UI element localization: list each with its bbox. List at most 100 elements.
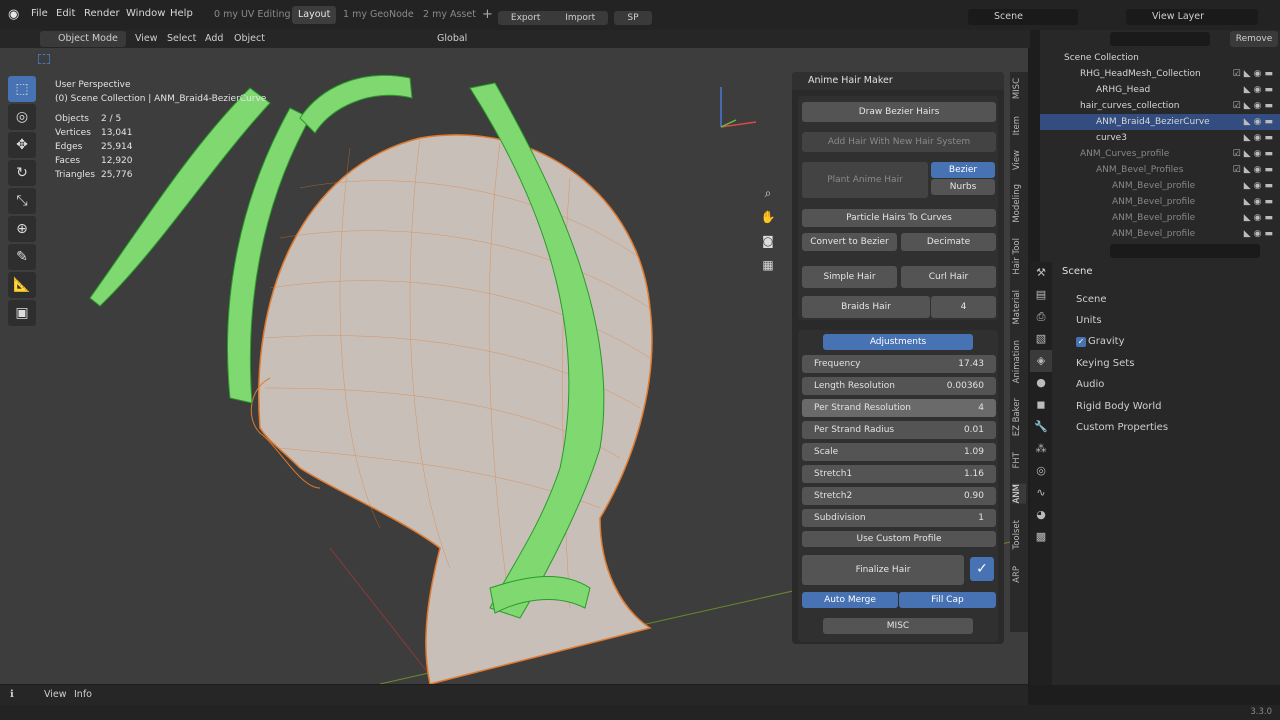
- auto-merge-toggle[interactable]: Auto Merge: [802, 592, 898, 608]
- scene-icon[interactable]: ◈: [1030, 350, 1052, 372]
- tab-hair-tool[interactable]: Hair Tool: [1012, 238, 1026, 275]
- per-strand-resolution-field[interactable]: Per Strand Resolution 4: [802, 399, 996, 417]
- adjustments-tab[interactable]: Adjustments: [823, 334, 973, 350]
- data-icon[interactable]: ∿: [1030, 482, 1052, 504]
- tab-geonode[interactable]: 1 my GeoNode: [337, 6, 420, 24]
- remove-button[interactable]: Remove: [1230, 31, 1278, 47]
- tab-asset[interactable]: 2 my Asset: [417, 6, 482, 24]
- tab-item[interactable]: Item: [1012, 116, 1026, 135]
- panel-gravity[interactable]: Gravity: [1062, 332, 1277, 352]
- tab-uv-editing[interactable]: 0 my UV Editing: [208, 6, 297, 24]
- zoom-icon[interactable]: ⌕: [758, 186, 778, 206]
- select-box-icon[interactable]: [38, 54, 50, 64]
- panel-rigid-body-world[interactable]: Rigid Body World: [1062, 397, 1277, 417]
- tab-layout[interactable]: Layout: [292, 6, 337, 24]
- per-strand-radius-field[interactable]: Per Strand Radius 0.01: [802, 421, 996, 439]
- tab-modeling[interactable]: Modeling: [1012, 184, 1026, 223]
- tab-view[interactable]: View: [1012, 150, 1026, 170]
- view-layer-icon[interactable]: ▧: [1030, 328, 1052, 350]
- axis-gizmo[interactable]: [716, 82, 766, 132]
- view-layer-selector[interactable]: View Layer: [1126, 9, 1258, 25]
- scale-field[interactable]: Scale 1.09: [802, 443, 996, 461]
- object-menu[interactable]: Object: [234, 33, 265, 44]
- panel-audio[interactable]: Audio: [1062, 375, 1277, 395]
- view-menu-bottom[interactable]: View: [44, 689, 67, 700]
- info-editor-icon[interactable]: ℹ: [10, 689, 14, 700]
- outliner-row[interactable]: ANM_Bevel_profile ◣◉▬: [1040, 210, 1280, 226]
- length-resolution-field[interactable]: Length Resolution 0.00360: [802, 377, 996, 395]
- move-tool-icon[interactable]: ✥: [8, 132, 36, 158]
- panel-units[interactable]: Units: [1062, 311, 1277, 331]
- outliner-search-input[interactable]: [1110, 32, 1210, 46]
- particle-to-curves-button[interactable]: Particle Hairs To Curves: [802, 209, 996, 227]
- outliner-row[interactable]: curve3 ◣◉▬: [1040, 130, 1280, 146]
- outliner-row[interactable]: RHG_HeadMesh_Collection ☑◣◉▬: [1040, 66, 1280, 82]
- stretch1-field[interactable]: Stretch1 1.16: [802, 465, 996, 483]
- tab-animation[interactable]: Animation: [1012, 340, 1026, 383]
- outliner-row[interactable]: ANM_Bevel_Profiles ☑◣◉▬: [1040, 162, 1280, 178]
- bezier-toggle[interactable]: Bezier: [931, 162, 995, 178]
- measure-tool-icon[interactable]: 📐: [8, 272, 36, 298]
- cursor-tool-icon[interactable]: ◎: [8, 104, 36, 130]
- scene-selector[interactable]: Scene: [968, 9, 1078, 25]
- camera-icon[interactable]: ◙: [758, 234, 778, 254]
- physics-icon[interactable]: ◎: [1030, 460, 1052, 482]
- outliner-row[interactable]: Scene Collection: [1040, 50, 1280, 66]
- outliner-row[interactable]: ANM_Bevel_profile ◣◉▬: [1040, 194, 1280, 210]
- tab-ez-baker[interactable]: EZ Baker: [1012, 398, 1026, 436]
- transform-tool-icon[interactable]: ⊕: [8, 216, 36, 242]
- add-cube-tool-icon[interactable]: ▣: [8, 300, 36, 326]
- outliner-row[interactable]: ANM_Curves_profile ☑◣◉▬: [1040, 146, 1280, 162]
- menu-file[interactable]: File: [31, 8, 48, 19]
- transform-orientation[interactable]: Global: [437, 33, 467, 44]
- particles-icon[interactable]: ⁂: [1030, 438, 1052, 460]
- rotate-tool-icon[interactable]: ↻: [8, 160, 36, 186]
- menu-help[interactable]: Help: [170, 8, 193, 19]
- curl-hair-button[interactable]: Curl Hair: [901, 266, 996, 288]
- add-workspace-button[interactable]: +: [482, 7, 493, 22]
- add-menu[interactable]: Add: [205, 33, 223, 44]
- outliner-row[interactable]: ARHG_Head ◣◉▬: [1040, 82, 1280, 98]
- export-button[interactable]: Export: [511, 13, 540, 23]
- sp-button[interactable]: SP: [614, 11, 652, 25]
- world-icon[interactable]: ●: [1030, 372, 1052, 394]
- tab-material[interactable]: Material: [1012, 290, 1026, 325]
- finalize-checkbox-icon[interactable]: ✓: [970, 557, 994, 581]
- menu-render[interactable]: Render: [84, 8, 120, 19]
- object-icon[interactable]: ◼: [1030, 394, 1052, 416]
- pan-hand-icon[interactable]: ✋: [758, 210, 778, 230]
- fill-cap-toggle[interactable]: Fill Cap: [899, 592, 996, 608]
- properties-search-input[interactable]: [1110, 244, 1260, 258]
- import-button[interactable]: Import: [565, 13, 595, 23]
- convert-to-bezier-button[interactable]: Convert to Bezier: [802, 233, 897, 251]
- use-custom-profile-button[interactable]: Use Custom Profile: [802, 531, 996, 547]
- add-hair-system-button[interactable]: Add Hair With New Hair System: [802, 132, 996, 152]
- material-icon[interactable]: ◕: [1030, 504, 1052, 526]
- modifier-icon[interactable]: 🔧: [1030, 416, 1052, 438]
- blender-logo-icon[interactable]: ◉: [8, 7, 24, 23]
- draw-bezier-hairs-button[interactable]: Draw Bezier Hairs: [802, 102, 996, 122]
- select-menu[interactable]: Select: [167, 33, 196, 44]
- panel-keying-sets[interactable]: Keying Sets: [1062, 354, 1277, 374]
- stretch2-field[interactable]: Stretch2 0.90: [802, 487, 996, 505]
- info-menu[interactable]: Info: [74, 689, 92, 700]
- scale-tool-icon[interactable]: ⤡: [8, 188, 36, 214]
- select-tool-icon[interactable]: ⬚: [8, 76, 36, 102]
- panel-scene[interactable]: Scene: [1062, 290, 1277, 310]
- nurbs-toggle[interactable]: Nurbs: [931, 179, 995, 195]
- panel-title[interactable]: Anime Hair Maker: [792, 72, 1004, 90]
- tool-icon[interactable]: ⚒: [1030, 262, 1052, 284]
- tab-misc[interactable]: MISC: [1012, 78, 1026, 99]
- outliner-row-selected[interactable]: ANM_Braid4_BezierCurve ◣◉▬: [1040, 114, 1280, 130]
- tab-arp[interactable]: ARP: [1012, 566, 1026, 583]
- braids-hair-button[interactable]: Braids Hair: [802, 296, 930, 318]
- panel-custom-properties[interactable]: Custom Properties: [1062, 418, 1277, 438]
- tab-anm[interactable]: ANM: [1012, 484, 1026, 504]
- frequency-field[interactable]: Frequency 17.43: [802, 355, 996, 373]
- finalize-hair-button[interactable]: Finalize Hair: [802, 555, 964, 585]
- output-icon[interactable]: ⎙: [1030, 306, 1052, 328]
- texture-icon[interactable]: ▩: [1030, 526, 1052, 548]
- subdivision-field[interactable]: Subdivision 1: [802, 509, 996, 527]
- gravity-checkbox-icon[interactable]: ✓: [1076, 337, 1086, 347]
- braids-count-field[interactable]: 4: [931, 296, 996, 318]
